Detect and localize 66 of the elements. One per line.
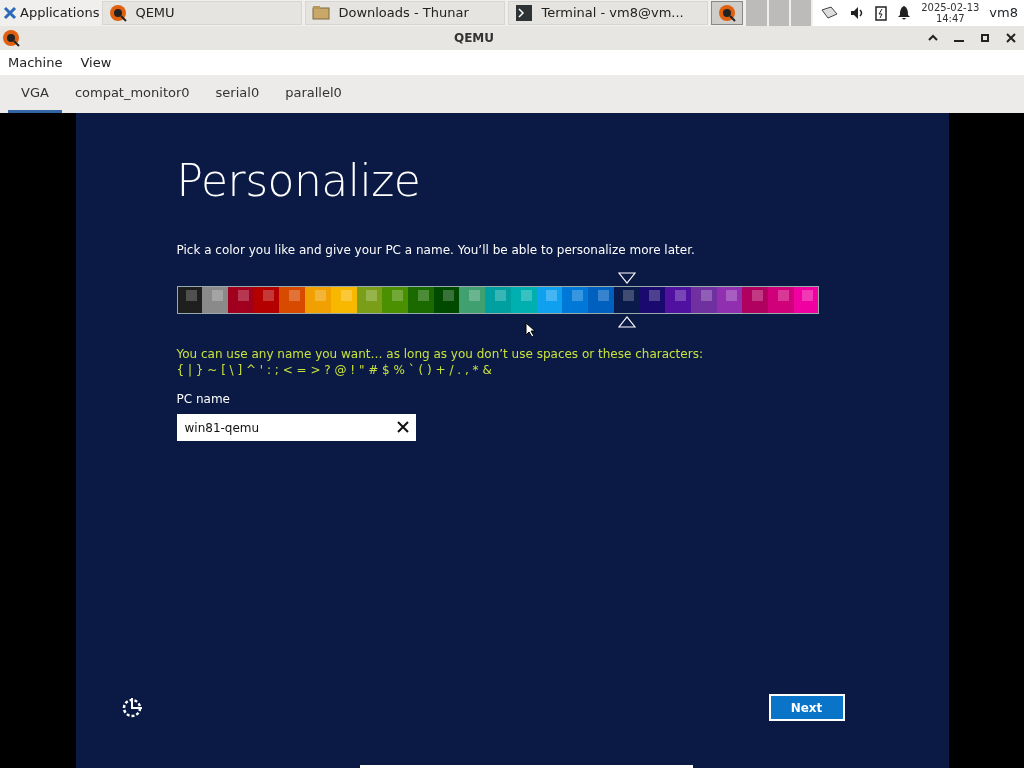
color-swatch[interactable] [305, 286, 331, 314]
color-swatch[interactable] [562, 286, 588, 314]
color-swatch[interactable] [485, 286, 511, 314]
user-name[interactable]: vm8 [989, 3, 1018, 23]
color-swatch[interactable] [768, 286, 794, 314]
mouse-pointer-icon [524, 322, 537, 338]
warning-text: You can use any name you want… as long as you don’t use spaces or these characters: [176, 346, 704, 362]
color-swatch[interactable] [690, 286, 717, 314]
color-swatch[interactable] [536, 286, 563, 314]
warning-text: { | } ~ [ \ ] ^ ' : ; < = > ? @ ! " # $ % ` ( ) + / . , * & [176, 362, 493, 378]
pc-name-field[interactable]: win81-qemu [176, 414, 416, 441]
color-swatch[interactable] [716, 286, 743, 314]
intro-text: Pick a color you like and give your PC a name. You’ll be able to personalize more later. [176, 242, 696, 259]
color-swatch[interactable] [639, 286, 666, 314]
terminal-icon [515, 4, 534, 22]
applications-menu[interactable]: Applications [0, 0, 103, 26]
next-button[interactable]: Next [768, 694, 845, 721]
color-swatch[interactable] [588, 286, 614, 314]
color-swatch[interactable] [742, 286, 769, 314]
color-swatch[interactable] [613, 286, 640, 314]
down-triangle-icon [617, 272, 636, 284]
collapse-icon [928, 33, 938, 43]
color-swatch[interactable] [510, 286, 537, 314]
color-swatch[interactable] [227, 286, 254, 314]
close-icon [1006, 33, 1016, 43]
ease-of-access-icon [120, 695, 145, 719]
color-swatch[interactable] [382, 286, 408, 314]
clock-time: 14:47 [934, 13, 966, 24]
app-icon [2, 29, 20, 47]
battery-icon [875, 5, 888, 21]
tab[interactable]: parallel0 [272, 75, 355, 113]
color-swatch[interactable] [330, 286, 357, 314]
taskbar-button[interactable]: QEMU [102, 1, 303, 25]
menu-item[interactable]: Machine [8, 52, 63, 73]
taskbar-button[interactable]: Downloads - Thunar [305, 1, 506, 25]
color-swatch[interactable] [176, 286, 203, 314]
clear-icon[interactable] [395, 420, 410, 434]
color-swatch[interactable] [433, 286, 460, 314]
taskbar-button[interactable] [711, 1, 744, 25]
color-swatch[interactable] [459, 286, 486, 314]
taskbar-slot [790, 0, 812, 26]
taskbar-button[interactable]: Terminal - vm8@vm... [508, 1, 709, 25]
tab[interactable]: compat_monitor0 [61, 75, 203, 113]
field-label: PC name [176, 391, 231, 408]
maximize-icon [980, 33, 990, 43]
folder-icon [312, 4, 331, 22]
color-swatch[interactable] [253, 286, 280, 314]
color-swatch[interactable] [665, 286, 691, 314]
xfce-logo-icon [3, 6, 17, 20]
color-swatch[interactable] [202, 286, 228, 314]
color-swatch[interactable] [279, 286, 306, 314]
window-title: QEMU [452, 30, 496, 47]
tab[interactable]: serial0 [202, 75, 273, 113]
taskbar-slot [768, 0, 789, 26]
app-icon [718, 4, 737, 22]
color-swatch[interactable] [356, 286, 383, 314]
minimize-icon [954, 40, 964, 42]
bell-icon [897, 5, 912, 21]
page-heading: Personalize [176, 155, 422, 207]
taskbar-slot [746, 0, 767, 26]
app-icon [109, 4, 128, 22]
up-triangle-icon [617, 316, 636, 328]
clock-date: 2025-02-13 [921, 2, 980, 13]
menu-item[interactable]: View [80, 52, 112, 73]
color-swatch[interactable] [407, 286, 434, 314]
color-swatch[interactable] [793, 286, 820, 314]
